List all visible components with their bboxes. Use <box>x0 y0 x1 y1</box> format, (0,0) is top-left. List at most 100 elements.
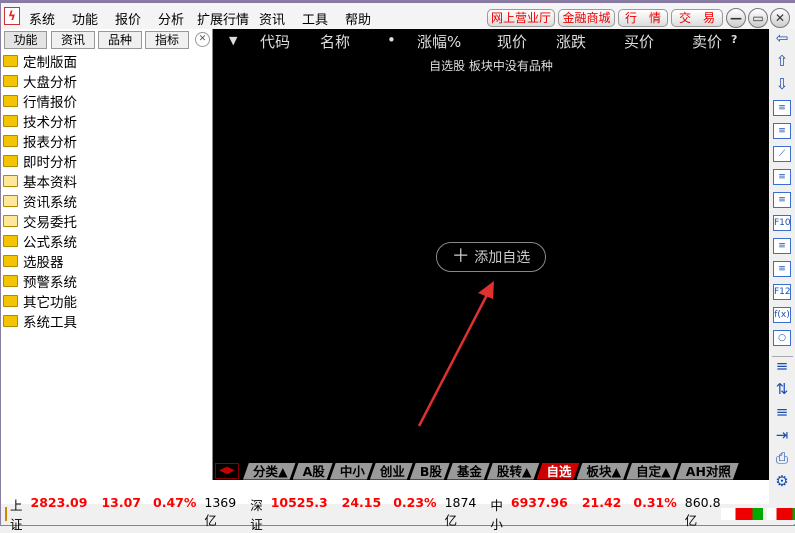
tab-category[interactable]: 自选 <box>537 463 580 480</box>
tree-item-label: 预警系统 <box>23 275 77 291</box>
category-tabs: ◀▶ 分类▲ A股 中小 创业 B股 基金 股转▲ 自选 板块▲ 自定▲ AH对照 <box>213 462 769 480</box>
formula-icon[interactable]: f(x) <box>773 307 791 323</box>
tree-item[interactable]: 基本资料 <box>3 171 77 191</box>
arrow-up-icon[interactable]: ⇧ <box>773 54 791 70</box>
circle-icon[interactable]: ○ <box>773 330 791 346</box>
menu-help[interactable]: 帮助 <box>345 9 371 28</box>
index-pct: 0.47% <box>153 495 197 510</box>
folder-icon <box>3 295 18 307</box>
tree-item[interactable]: 公式系统 <box>3 231 77 251</box>
menu-function[interactable]: 功能 <box>72 9 98 28</box>
folder-icon <box>3 55 18 67</box>
toolbar-divider <box>772 356 793 357</box>
market-button[interactable]: 行 情 <box>618 9 668 27</box>
tab-function[interactable]: 功能 <box>4 31 47 49</box>
menu-quote[interactable]: 报价 <box>115 9 141 28</box>
tree-item[interactable]: 行情报价 <box>3 91 77 111</box>
arrow-left-icon[interactable]: ⇦ <box>773 31 791 47</box>
line-chart-icon[interactable]: ⟋ <box>773 146 791 162</box>
index-name[interactable]: 深证 <box>250 495 263 533</box>
folder-icon <box>3 155 18 167</box>
menu-system[interactable]: 系统 <box>29 9 55 28</box>
grid-icon[interactable]: ≡ <box>773 123 791 139</box>
close-icon[interactable]: ✕ <box>770 8 790 28</box>
crosshair-icon[interactable]: ≡ <box>773 405 791 421</box>
window-icon[interactable] <box>5 507 7 521</box>
arrow-down-icon[interactable]: ⇩ <box>773 77 791 93</box>
tab-variety[interactable]: 品种 <box>98 31 142 49</box>
index-name[interactable]: 中小 <box>490 495 503 533</box>
left-panel: 功能 资讯 品种 指标 ✕ 定制版面大盘分析 行情报价 技术分析 报表分析即时分析基本… <box>1 29 213 480</box>
printer-icon[interactable]: ⎙ <box>773 451 791 467</box>
tree-item[interactable]: 资讯系统 <box>3 191 77 211</box>
menu-bar: ϟ 系统 功能 报价 分析 扩展行情 资讯 工具 帮助 网上营业厅 金融商城 行… <box>1 1 795 29</box>
index-pct: 0.23% <box>393 495 437 510</box>
folder-icon <box>3 195 18 207</box>
annotation-arrow <box>417 281 494 427</box>
tab-scroll-arrows[interactable]: ◀▶ <box>215 463 239 479</box>
tree-item[interactable]: 预警系统 <box>3 271 77 291</box>
folder-icon[interactable]: ≡ <box>773 359 791 375</box>
tree-icon[interactable]: ≡ <box>773 238 791 254</box>
folder-icon <box>3 255 18 267</box>
sort-icon[interactable]: ⇅ <box>773 382 791 398</box>
online-hall-button[interactable]: 网上营业厅 <box>487 9 555 27</box>
f12-icon[interactable]: F12 <box>773 284 791 300</box>
app-logo-icon: ϟ <box>4 7 20 25</box>
tree-item-label: 资讯系统 <box>23 195 77 211</box>
index-pct: 0.31% <box>633 495 677 510</box>
tree-item-label: 系统工具 <box>23 315 77 331</box>
import-icon[interactable]: ⇥ <box>773 428 791 444</box>
tab-category[interactable]: A股 <box>293 463 333 480</box>
maximize-icon[interactable]: ▭ <box>748 8 768 28</box>
tree-item[interactable]: 其它功能 <box>3 291 77 311</box>
candlestick-icon[interactable]: ≡ <box>773 169 791 185</box>
tab-indicator[interactable]: 指标 <box>145 31 189 49</box>
tree-item[interactable]: 即时分析 <box>3 151 77 171</box>
tab-category[interactable]: 分类▲ <box>243 463 296 480</box>
quote-list-icon[interactable]: ≡ <box>773 100 791 116</box>
tab-category[interactable]: 股转▲ <box>487 463 540 480</box>
tab-category[interactable]: 中小 <box>330 463 373 480</box>
tree-item-label: 大盘分析 <box>23 75 77 91</box>
folder-icon <box>3 315 18 327</box>
folder-icon <box>3 275 18 287</box>
right-toolbar: ⇦ ⇧ ⇩ ≡ ≡ ⟋ ≡ ≡ F10 ≡ ≡ F12 f(x) ○ ≡ ⇅ ≡ ⇥ ⎙ ⚙ <box>769 29 795 504</box>
tree-item-label: 基本资料 <box>23 175 77 191</box>
tab-category[interactable]: B股 <box>410 463 450 480</box>
status-bar: 上证 2823.09 13.07 0.47% 1369亿 深证 10525.3 24.15 0.… <box>1 495 795 532</box>
windows-icon[interactable]: ≡ <box>773 192 791 208</box>
index-volume: 860.8亿 <box>684 495 721 528</box>
stock-list: ▼ 代码 名称 • 涨幅% 现价 涨跌 买价 卖价 ? 自选股 板块中没有品种 … <box>213 29 769 480</box>
tab-news[interactable]: 资讯 <box>51 31 95 49</box>
tree-item[interactable]: 定制版面 <box>3 51 77 71</box>
tab-category[interactable]: 板块▲ <box>577 463 630 480</box>
index-value: 10525.3 <box>270 495 328 510</box>
close-panel-icon[interactable]: ✕ <box>195 32 210 47</box>
menu-analysis[interactable]: 分析 <box>158 9 184 28</box>
f10-icon[interactable]: F10 <box>773 215 791 231</box>
tab-category[interactable]: AH对照 <box>676 463 739 480</box>
index-value: 6937.96 <box>510 495 568 510</box>
tree-item[interactable]: 技术分析 <box>3 111 77 131</box>
index-name[interactable]: 上证 <box>10 495 23 533</box>
minimize-icon[interactable]: — <box>726 8 746 28</box>
menu-tools[interactable]: 工具 <box>302 9 328 28</box>
tree-item-label: 即时分析 <box>23 155 77 171</box>
trade-button[interactable]: 交 易 <box>671 9 723 27</box>
finance-mall-button[interactable]: 金融商城 <box>558 9 615 27</box>
tree-item[interactable]: 系统工具 <box>3 311 77 331</box>
tab-category[interactable]: 自定▲ <box>626 463 679 480</box>
tree-item[interactable]: 交易委托 <box>3 211 77 231</box>
tree-item[interactable]: 报表分析 <box>3 131 77 151</box>
tree-item[interactable]: 大盘分析 <box>3 71 77 91</box>
tab-category[interactable]: 基金 <box>447 463 490 480</box>
tab-category[interactable]: 创业 <box>370 463 413 480</box>
tree-item[interactable]: 选股器 <box>3 251 64 271</box>
gear-icon[interactable]: ⚙ <box>773 474 791 490</box>
doc-icon[interactable]: ≡ <box>773 261 791 277</box>
menu-extended[interactable]: 扩展行情 <box>197 9 249 28</box>
folder-icon <box>3 115 18 127</box>
menu-news[interactable]: 资讯 <box>259 9 285 28</box>
index-value: 2823.09 <box>30 495 88 510</box>
